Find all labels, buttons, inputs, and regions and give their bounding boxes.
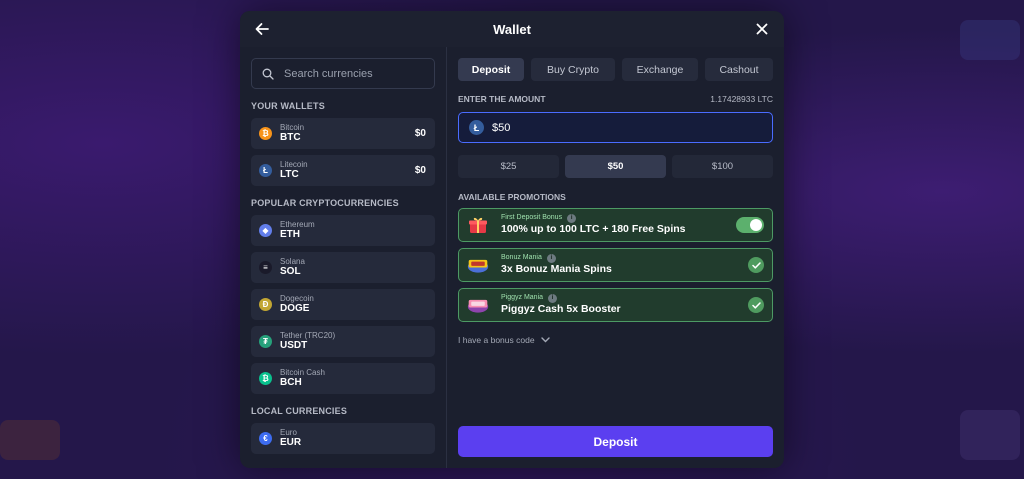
check-icon[interactable] [748,257,764,273]
eth-coin-icon: ◆ [259,224,272,237]
amount-field[interactable]: Ł [458,112,773,143]
bch-coin-icon: ₿ [259,372,272,385]
eur-coin-icon: € [259,432,272,445]
promotion-card[interactable]: Bonuz Mania i 3x Bonuz Mania Spins [458,248,773,282]
currency-name: Euro [280,427,297,437]
doge-coin-icon: Ð [259,298,272,311]
bonus-code-label: I have a bonus code [458,335,535,345]
currency-item-eur[interactable]: € Euro EUR [251,423,435,454]
promotion-toggle[interactable] [736,217,764,233]
modal-title: Wallet [493,21,531,37]
tab-deposit[interactable]: Deposit [458,58,524,81]
your-wallets-heading: YOUR WALLETS [251,101,325,111]
close-icon [756,23,768,35]
currency-name: Ethereum [280,219,315,229]
promotion-title: First Deposit Bonus [501,214,563,222]
promotions-list: First Deposit Bonus i 100% up to 100 LTC +… [458,208,773,322]
currency-item-bch[interactable]: ₿ Bitcoin Cash BCH [251,363,435,394]
info-icon[interactable]: i [548,293,558,303]
deposit-panel: Deposit Buy Crypto Exchange Cashout ENTER T… [447,47,784,468]
wallet-modal: Wallet YOUR WALLETS ₿ BitcoinBTC $0 Ł Liteco… [240,11,784,468]
amount-preset-button[interactable]: $25 [458,155,559,178]
popular-crypto-list: ◆ Ethereum ETH ≡ Solana SOL Ð Dogecoin DOGE ₮ Teth… [251,215,435,394]
close-button[interactable] [752,19,772,39]
currency-item-sol[interactable]: ≡ Solana SOL [251,252,435,283]
amount-preset-button[interactable]: $50 [565,155,666,178]
currency-symbol: SOL [280,266,301,278]
info-icon[interactable]: i [567,213,577,223]
currency-item-btc[interactable]: ₿ Bitcoin BTC $0 [251,118,435,149]
deposit-button[interactable]: Deposit [458,426,773,457]
local-currencies-heading: LOCAL CURRENCIES [251,406,348,416]
check-icon[interactable] [748,297,764,313]
currency-name: Bitcoin Cash [280,367,325,377]
currency-name: Solana [280,256,305,266]
crypto-equivalent: 1.17428933 LTC [710,94,773,104]
promotion-card[interactable]: Piggyz Mania i Piggyz Cash 5x Booster [458,288,773,322]
currency-name: Bitcoin [280,122,305,132]
arrow-left-icon [255,23,269,35]
promotion-description: 100% up to 100 LTC + 180 Free Spins [501,222,686,235]
promotion-description: 3x Bonuz Mania Spins [501,262,612,275]
currency-name: Litecoin [280,159,308,169]
currency-item-usdt[interactable]: ₮ Tether (TRC20) USDT [251,326,435,357]
sol-coin-icon: ≡ [259,261,272,274]
ltc-coin-icon: Ł [259,164,272,177]
litecoin-icon: Ł [469,120,484,135]
amount-preset-button[interactable]: $100 [672,155,773,178]
currency-balance: $0 [414,165,426,176]
promotions-heading: AVAILABLE PROMOTIONS [458,192,566,202]
currency-symbol: DOGE [280,303,310,315]
local-currencies-list: € Euro EUR [251,423,435,454]
currency-balance: $0 [414,128,426,139]
currency-symbol: LTC [280,169,299,181]
tab-cashout[interactable]: Cashout [705,58,773,81]
btc-coin-icon: ₿ [259,127,272,140]
info-icon[interactable]: i [546,253,556,263]
tab-exchange[interactable]: Exchange [622,58,698,81]
amount-presets: $25 $50 $100 [458,155,773,178]
currency-symbol: EUR [280,437,302,449]
promotion-title: Piggyz Mania [501,294,544,302]
bonuz-mania-logo-icon [467,254,489,276]
gift-icon [467,214,489,236]
amount-input[interactable] [492,121,692,134]
currency-symbol: BCH [280,377,302,389]
wallets-list: ₿ Bitcoin BTC $0 Ł Litecoin LTC $0 [251,118,435,186]
search-input[interactable] [284,67,424,80]
bonus-code-toggle[interactable]: I have a bonus code [458,335,773,345]
usdt-coin-icon: ₮ [259,335,272,348]
tab-buy-crypto[interactable]: Buy Crypto [531,58,615,81]
amount-label: ENTER THE AMOUNT [458,94,546,104]
currency-symbol: USDT [280,340,308,352]
chevron-down-icon [540,337,550,343]
currency-name: Tether (TRC20) [280,330,336,340]
currency-name: Dogecoin [280,293,314,303]
currency-symbol: ETH [280,229,300,241]
currency-symbol: BTC [280,132,301,144]
back-button[interactable] [252,19,272,39]
popular-crypto-heading: POPULAR CRYPTOCURRENCIES [251,198,399,208]
wallet-tabs: Deposit Buy Crypto Exchange Cashout [458,58,773,81]
currency-sidebar: YOUR WALLETS ₿ BitcoinBTC $0 Ł LitecoinLTC $0… [240,47,447,468]
promotion-description: Piggyz Cash 5x Booster [501,302,621,315]
promotion-card[interactable]: First Deposit Bonus i 100% up to 100 LTC +… [458,208,773,242]
search-box[interactable] [251,58,435,89]
modal-header: Wallet [240,11,784,47]
currency-item-eth[interactable]: ◆ Ethereum ETH [251,215,435,246]
promotion-title: Bonuz Mania [501,254,542,262]
piggyz-mania-logo-icon [467,294,489,316]
search-icon [262,68,274,80]
currency-item-doge[interactable]: Ð Dogecoin DOGE [251,289,435,320]
currency-item-ltc[interactable]: Ł Litecoin LTC $0 [251,155,435,186]
